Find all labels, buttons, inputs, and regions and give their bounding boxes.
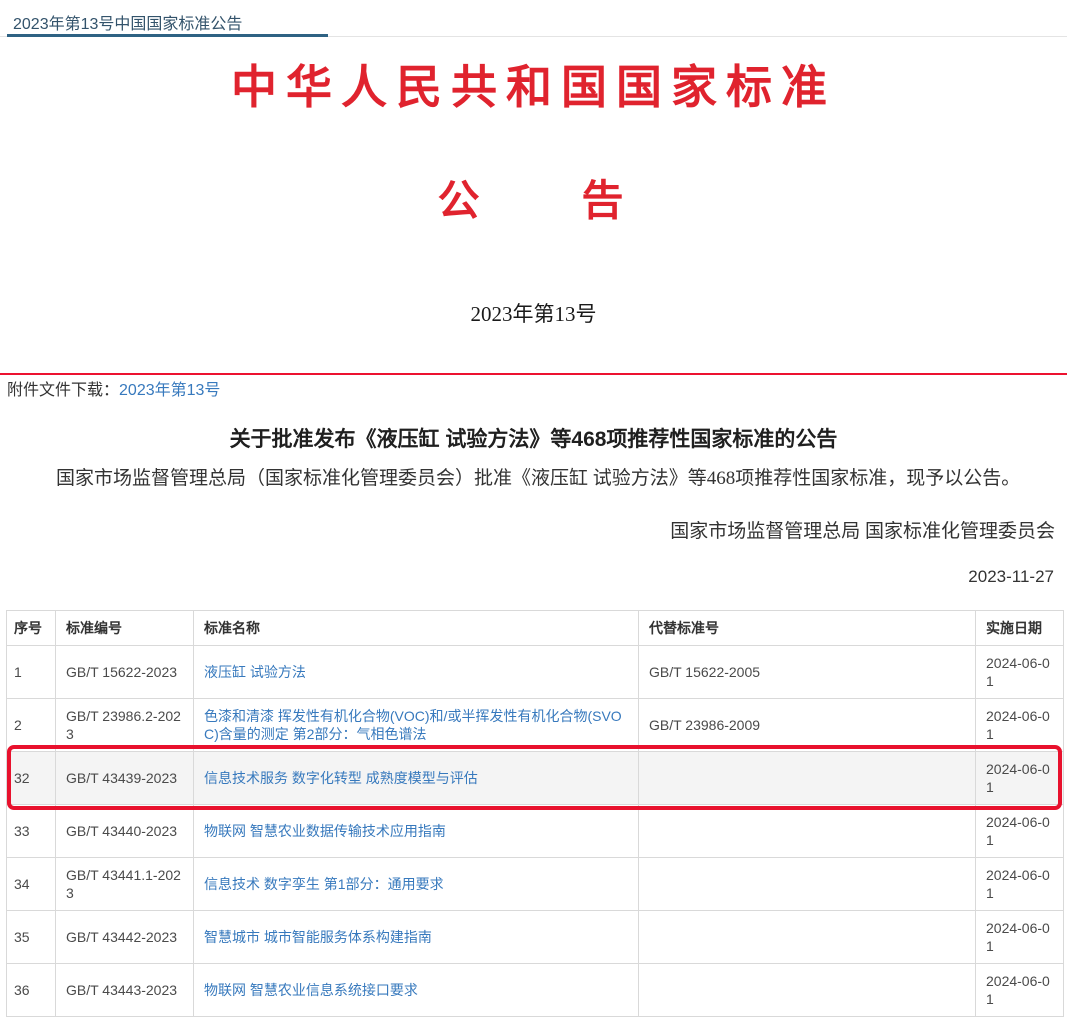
cell-no: 1: [7, 645, 56, 698]
tab-bar: 2023年第13号中国国家标准公告: [0, 0, 1067, 40]
cell-name: 物联网 智慧农业信息系统接口要求: [194, 963, 639, 1016]
cell-name: 物联网 智慧农业数据传输技术应用指南: [194, 804, 639, 857]
cell-name: 信息技术服务 数字化转型 成熟度模型与评估: [194, 751, 639, 804]
standard-name-link[interactable]: 信息技术服务 数字化转型 成熟度模型与评估: [204, 770, 478, 786]
cell-date: 2024-06-01: [976, 910, 1064, 963]
cell-date: 2024-06-01: [976, 804, 1064, 857]
table-row: 33GB/T 43440-2023 物联网 智慧农业数据传输技术应用指南 2024-…: [7, 804, 1064, 857]
cell-replaces: [639, 751, 976, 804]
attachment-label: 附件文件下载：: [7, 382, 119, 399]
standard-name-link[interactable]: 色漆和清漆 挥发性有机化合物(VOC)和/或半挥发性有机化合物(SVOC)含量的…: [204, 708, 622, 742]
column-header-no: 序号: [7, 610, 56, 645]
cell-no: 34: [7, 857, 56, 910]
red-divider: [0, 373, 1067, 375]
standard-name-link[interactable]: 信息技术 数字孪生 第1部分：通用要求: [204, 876, 444, 892]
cell-date: 2024-06-01: [976, 645, 1064, 698]
cell-code: GB/T 23986.2-2023: [56, 698, 194, 751]
standard-name-link[interactable]: 物联网 智慧农业数据传输技术应用指南: [204, 823, 446, 839]
attachment-link[interactable]: 2023年第13号: [119, 382, 220, 399]
cell-no: 33: [7, 804, 56, 857]
cell-name: 智慧城市 城市智能服务体系构建指南: [194, 910, 639, 963]
column-header-replaces: 代替标准号: [639, 610, 976, 645]
cell-name: 信息技术 数字孪生 第1部分：通用要求: [194, 857, 639, 910]
cell-code: GB/T 43441.1-2023: [56, 857, 194, 910]
cell-replaces: [639, 963, 976, 1016]
cell-no: 36: [7, 963, 56, 1016]
publish-date: 2023-11-27: [0, 567, 1067, 587]
document-body: 中华人民共和国国家标准 公 告 2023年第13号 附件文件下载：2023年第1…: [0, 62, 1067, 1017]
cell-date: 2024-06-01: [976, 857, 1064, 910]
cell-replaces: [639, 857, 976, 910]
cell-code: GB/T 43439-2023: [56, 751, 194, 804]
standard-name-link[interactable]: 物联网 智慧农业信息系统接口要求: [204, 982, 418, 998]
notice-body: 国家市场监督管理总局（国家标准化管理委员会）批准《液压缸 试验方法》等468项推…: [0, 467, 1067, 491]
cell-replaces: GB/T 15622-2005: [639, 645, 976, 698]
standards-table: 序号标准编号标准名称代替标准号实施日期 1GB/T 15622-2023 液压缸 …: [6, 610, 1064, 1017]
active-tab-underline: [7, 34, 328, 37]
column-header-code: 标准编号: [56, 610, 194, 645]
signature: 国家市场监督管理总局 国家标准化管理委员会: [0, 519, 1067, 544]
cell-name: 色漆和清漆 挥发性有机化合物(VOC)和/或半挥发性有机化合物(SVOC)含量的…: [194, 698, 639, 751]
cell-no: 35: [7, 910, 56, 963]
cell-date: 2024-06-01: [976, 698, 1064, 751]
table-row: 32GB/T 43439-2023 信息技术服务 数字化转型 成熟度模型与评估 20…: [7, 751, 1064, 804]
cell-code: GB/T 43443-2023: [56, 963, 194, 1016]
cell-no: 32: [7, 751, 56, 804]
cell-no: 2: [7, 698, 56, 751]
doc-title: 中华人民共和国国家标准: [0, 62, 1067, 115]
table-row: 36GB/T 43443-2023 物联网 智慧农业信息系统接口要求 2024-06…: [7, 963, 1064, 1016]
table-row: 2GB/T 23986.2-2023 色漆和清漆 挥发性有机化合物(VOC)和/或…: [7, 698, 1064, 751]
doc-subtitle: 公 告: [0, 177, 1067, 227]
cell-replaces: [639, 910, 976, 963]
tab-announcement[interactable]: 2023年第13号中国国家标准公告: [13, 10, 242, 34]
table-row: 34GB/T 43441.1-2023 信息技术 数字孪生 第1部分：通用要求 20…: [7, 857, 1064, 910]
column-header-name: 标准名称: [194, 610, 639, 645]
cell-code: GB/T 43440-2023: [56, 804, 194, 857]
cell-code: GB/T 43442-2023: [56, 910, 194, 963]
cell-replaces: GB/T 23986-2009: [639, 698, 976, 751]
cell-date: 2024-06-01: [976, 751, 1064, 804]
table-row: 1GB/T 15622-2023 液压缸 试验方法 GB/T 15622-20052…: [7, 645, 1064, 698]
cell-replaces: [639, 804, 976, 857]
issue-number: 2023年第13号: [0, 301, 1067, 328]
attachment-row: 附件文件下载：2023年第13号: [0, 380, 1067, 402]
column-header-date: 实施日期: [976, 610, 1064, 645]
table-header-row: 序号标准编号标准名称代替标准号实施日期: [7, 610, 1064, 645]
standard-name-link[interactable]: 智慧城市 城市智能服务体系构建指南: [204, 929, 432, 945]
cell-code: GB/T 15622-2023: [56, 645, 194, 698]
cell-name: 液压缸 试验方法: [194, 645, 639, 698]
cell-date: 2024-06-01: [976, 963, 1064, 1016]
notice-title: 关于批准发布《液压缸 试验方法》等468项推荐性国家标准的公告: [0, 427, 1067, 453]
table-row: 35GB/T 43442-2023 智慧城市 城市智能服务体系构建指南 2024-0…: [7, 910, 1064, 963]
standard-name-link[interactable]: 液压缸 试验方法: [204, 664, 306, 680]
